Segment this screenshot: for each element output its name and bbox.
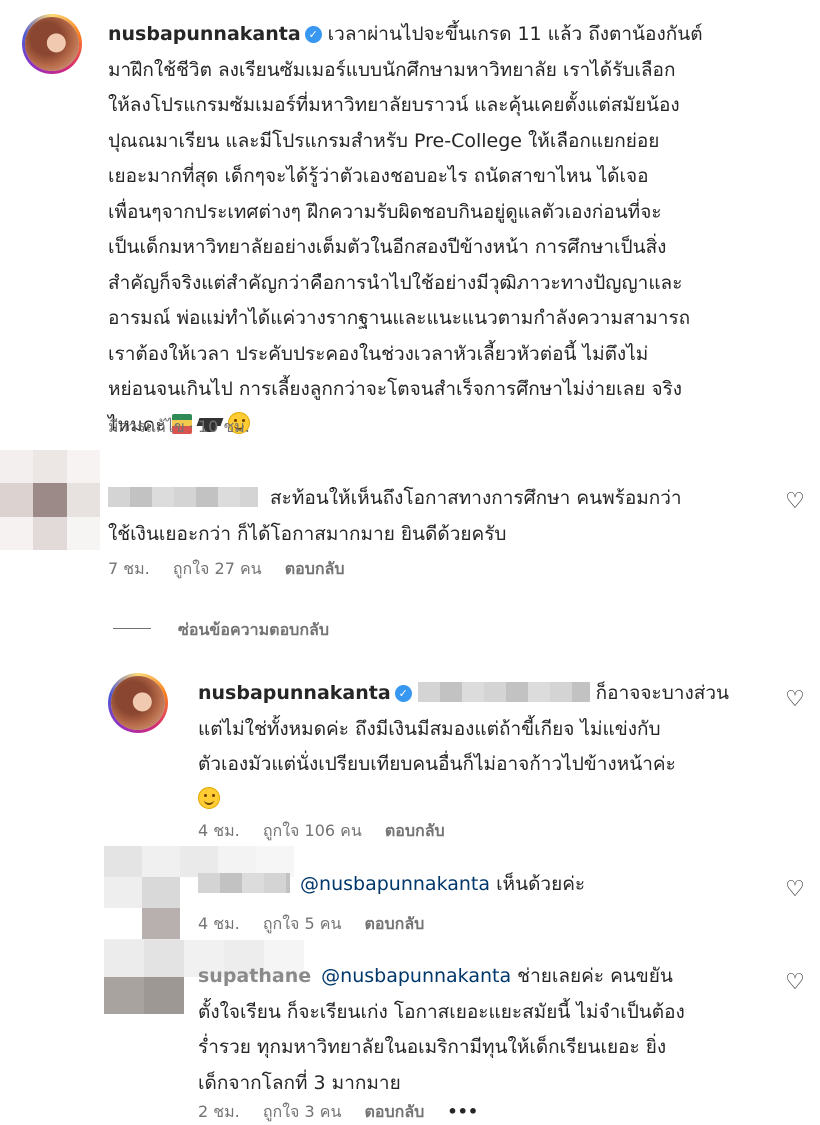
blurred-mention[interactable] bbox=[417, 682, 590, 702]
like-heart-icon[interactable]: ♡ bbox=[783, 971, 807, 995]
verified-badge-icon: ✓ bbox=[394, 685, 412, 702]
reply-3-meta: 2 ชม. ถูกใจ 3 คน ตอบกลับ ••• bbox=[198, 1100, 496, 1125]
post-avatar[interactable] bbox=[22, 14, 82, 74]
reply-username[interactable]: nusbapunnakanta bbox=[198, 682, 391, 704]
mention-link[interactable]: @nusbapunnakanta bbox=[300, 873, 490, 895]
caption-line: อารมณ์ พ่อแม่ทำได้แค่วางรากฐานและแนะแนวต… bbox=[108, 307, 691, 329]
reply-3-text: supathane @nusbapunnakanta ช่ายเลยค่ะ คน… bbox=[198, 959, 768, 1101]
post-meta: มีการแก้ไข · 10 ชม. bbox=[108, 417, 250, 436]
avatar-photo bbox=[25, 17, 79, 71]
verified-badge-icon: ✓ bbox=[304, 26, 322, 43]
blurred-username[interactable] bbox=[108, 487, 258, 507]
comment-line: สะท้อนให้เห็นถึงโอกาสทางการศึกษา คนพร้อม… bbox=[108, 481, 758, 517]
reply-line: แต่ไม่ใช่ทั้งหมดค่ะ ถึงมีเงินมีสมองแต่ถ้… bbox=[198, 717, 661, 740]
like-count[interactable]: ถูกใจ 3 คน bbox=[263, 1102, 342, 1121]
reply-1-text: nusbapunnakanta ✓ ก็อาจจะบางส่วน แต่ไม่ใช่… bbox=[198, 676, 768, 818]
caption-line: nusbapunnakanta ✓ เวลาผ่านไปจะขึ้นเกรด 11 … bbox=[108, 23, 703, 45]
caption-line: เพื่อนๆจากประเทศต่างๆ ฝึกความรับผิดชอบกิ… bbox=[108, 200, 662, 223]
comment-1-meta: 7 ชม. ถูกใจ 27 คน ตอบกลับ bbox=[108, 557, 363, 582]
edited-label: มีการแก้ไข bbox=[108, 417, 185, 436]
mention-link[interactable]: @nusbapunnakanta bbox=[321, 965, 511, 987]
reply-line: ตัวเองมัวแต่นั่งเปรียบเทียบคนอื่นก็ไม่อา… bbox=[198, 753, 676, 775]
post-caption: nusbapunnakanta ✓ เวลาผ่านไปจะขึ้นเกรด 11 … bbox=[108, 17, 808, 443]
reply-button[interactable]: ตอบกลับ bbox=[385, 821, 445, 840]
reply-author-avatar[interactable] bbox=[108, 673, 168, 733]
caption-line: ให้ลงโปรแกรมซัมเมอร์ที่มหาวิทยาลัยบราวน์… bbox=[108, 94, 680, 116]
reply-button[interactable]: ตอบกลับ bbox=[285, 559, 345, 578]
reply-2-text: @nusbapunnakanta เห็นด้วยค่ะ bbox=[198, 867, 768, 903]
caption-line: ปุณณมาเรียน และมีโปรแกรมสำหรับ Pre-Colle… bbox=[108, 129, 660, 152]
reply-line: ร่ำรวย ทุกมหาวิทยาลัยในอเมริกามีทุนให้เด… bbox=[198, 1036, 667, 1058]
like-heart-icon[interactable]: ♡ bbox=[783, 490, 807, 514]
like-heart-icon[interactable]: ♡ bbox=[783, 878, 807, 902]
comment-time[interactable]: 4 ชม. bbox=[198, 914, 240, 933]
caption-line: สำคัญก็จริงแต่สำคัญกว่าคือการนำไปใช้อย่า… bbox=[108, 271, 683, 294]
caption-line: เป็นเด็กมหาวิทยาลัยอย่างเต็มตัวในอีกสองป… bbox=[108, 236, 667, 258]
commenter-avatar-blurred[interactable] bbox=[0, 450, 100, 550]
like-count[interactable]: ถูกใจ 5 คน bbox=[263, 914, 342, 933]
hide-replies-button[interactable]: ซ่อนข้อความตอบกลับ bbox=[178, 618, 329, 643]
comment-time[interactable]: 2 ชม. bbox=[198, 1102, 240, 1121]
reply-2-meta: 4 ชม. ถูกใจ 5 คน ตอบกลับ bbox=[198, 912, 442, 937]
reply-line: @nusbapunnakanta เห็นด้วยค่ะ bbox=[198, 867, 768, 903]
more-options-icon[interactable]: ••• bbox=[447, 1102, 478, 1121]
reply-line: supathane @nusbapunnakanta ช่ายเลยค่ะ คน… bbox=[198, 965, 673, 987]
reply-button[interactable]: ตอบกลับ bbox=[365, 914, 425, 933]
caption-line: มาฝึกใช้ชีวิต ลงเรียนซัมเมอร์แบบนักศึกษา… bbox=[108, 58, 676, 81]
comment-time[interactable]: 4 ชม. bbox=[198, 821, 240, 840]
caption-line: หย่อนจนเกินไป การเลี้ยงลูกกว่าจะโตจนสำเร… bbox=[108, 378, 683, 400]
like-count[interactable]: ถูกใจ 27 คน bbox=[173, 559, 262, 578]
caption-line: เราต้องให้เวลา ประคับประคองในช่วงเวลาหัว… bbox=[108, 342, 649, 365]
caption-line: เยอะมากที่สุด เด็กๆจะได้รู้ว่าตัวเองชอบอ… bbox=[108, 165, 649, 187]
blurred-username[interactable] bbox=[198, 873, 290, 893]
comment-time[interactable]: 7 ชม. bbox=[108, 559, 150, 578]
hide-replies-line bbox=[113, 628, 151, 629]
reply-line: ตั้งใจเรียน ก็จะเรียนเก่ง โอกาสเยอะแยะสม… bbox=[198, 1000, 685, 1023]
like-heart-icon[interactable]: ♡ bbox=[783, 688, 807, 712]
reply-line: nusbapunnakanta ✓ ก็อาจจะบางส่วน bbox=[198, 682, 729, 704]
like-count[interactable]: ถูกใจ 106 คน bbox=[263, 821, 362, 840]
comment-line: ใช้เงินเยอะกว่า ก็ได้โอกาสมากมาย ยินดีด้… bbox=[108, 522, 507, 545]
avatar-photo bbox=[111, 676, 165, 730]
reply-line: เด็กจากโลกที่ 3 มากมาย bbox=[198, 1071, 401, 1094]
reply-username[interactable]: supathane bbox=[198, 965, 311, 987]
reply-button[interactable]: ตอบกลับ bbox=[365, 1102, 425, 1121]
post-time[interactable]: 10 ชม. bbox=[198, 417, 250, 436]
reply-1-meta: 4 ชม. ถูกใจ 106 คน ตอบกลับ bbox=[198, 819, 463, 844]
comment-1-text: สะท้อนให้เห็นถึงโอกาสทางการศึกษา คนพร้อม… bbox=[108, 481, 758, 552]
reply-line bbox=[198, 783, 768, 819]
post-username[interactable]: nusbapunnakanta bbox=[108, 23, 301, 45]
smiling-face-emoji bbox=[198, 786, 220, 809]
